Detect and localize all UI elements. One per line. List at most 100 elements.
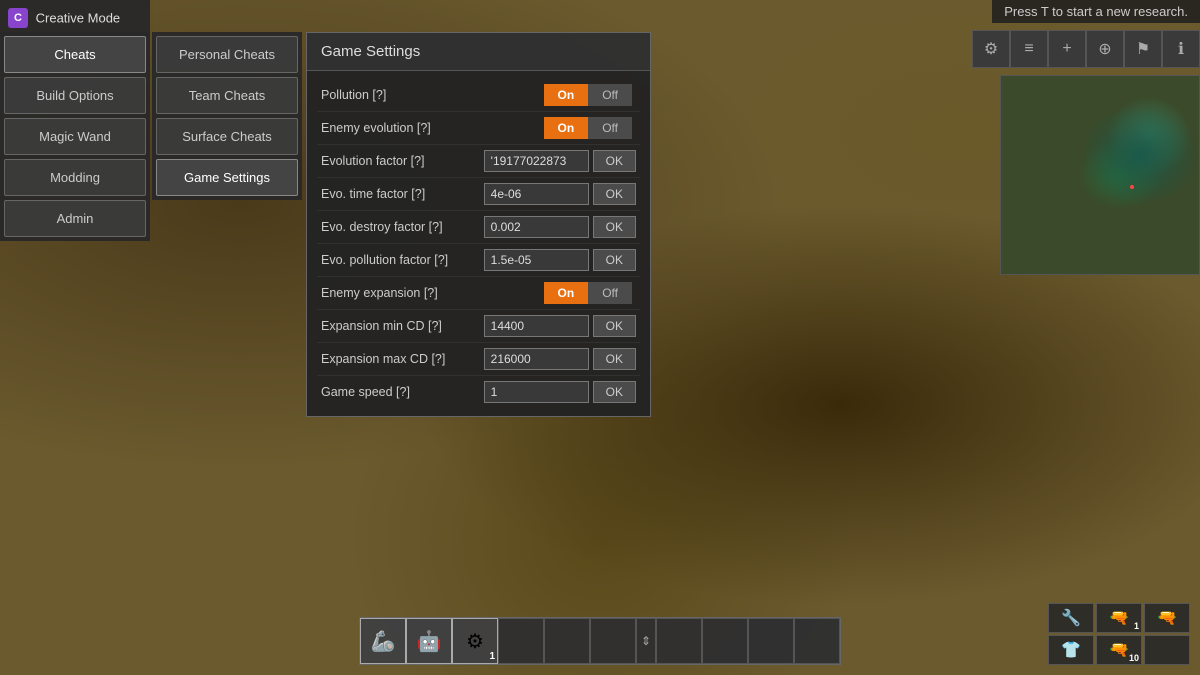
- extra-slot[interactable]: [1144, 635, 1190, 665]
- sidebar-item-cheats[interactable]: Cheats: [4, 36, 146, 73]
- input-evo-pollution-factor[interactable]: [484, 249, 589, 271]
- ammo-slot[interactable]: 🔫 10: [1096, 635, 1142, 665]
- toggle-enemy-expansion-off[interactable]: Off: [588, 282, 632, 304]
- plus-button[interactable]: +: [1048, 30, 1086, 68]
- weapon-slot-2[interactable]: 🔫 1: [1096, 603, 1142, 633]
- weapon-icon-1: 🔧: [1061, 608, 1081, 628]
- toggle-pollution-on[interactable]: On: [544, 84, 589, 106]
- ok-evo-time-factor[interactable]: OK: [593, 183, 636, 205]
- ok-evo-destroy-factor[interactable]: OK: [593, 216, 636, 238]
- setting-row-enemy-evolution: Enemy evolution [?] On Off: [317, 112, 640, 145]
- hotbar-slot-10[interactable]: [794, 618, 840, 664]
- setting-label-game-speed: Game speed [?]: [321, 385, 484, 399]
- weapon-count-2: 1: [1134, 621, 1139, 631]
- toggle-enemy-evolution-on[interactable]: On: [544, 117, 589, 139]
- info-button[interactable]: ℹ: [1162, 30, 1200, 68]
- input-game-speed[interactable]: [484, 381, 589, 403]
- ammo-count: 10: [1129, 653, 1139, 663]
- map-button[interactable]: ⊕: [1086, 30, 1124, 68]
- sidebar-item-modding[interactable]: Modding: [4, 159, 146, 196]
- list-button[interactable]: ≡: [1010, 30, 1048, 68]
- armor-icon: 👕: [1061, 640, 1081, 660]
- setting-label-enemy-expansion: Enemy expansion [?]: [321, 286, 544, 300]
- setting-row-expansion-min-cd: Expansion min CD [?] OK: [317, 310, 640, 343]
- setting-row-game-speed: Game speed [?] OK: [317, 376, 640, 408]
- creative-mode-icon: C: [8, 8, 28, 28]
- hotbar-item-icon-2: 🤖: [417, 629, 442, 654]
- sidebar-item-build-options[interactable]: Build Options: [4, 77, 146, 114]
- hotbar-slot-2[interactable]: 🤖: [406, 618, 452, 664]
- hotbar-slot-5[interactable]: [544, 618, 590, 664]
- top-notification: Press T to start a new research.: [992, 0, 1200, 23]
- setting-label-evo-time-factor: Evo. time factor [?]: [321, 187, 484, 201]
- left-sidebar: Cheats Build Options Magic Wand Modding …: [0, 32, 150, 241]
- input-expansion-max-cd[interactable]: [484, 348, 589, 370]
- sidebar-label-build-options: Build Options: [36, 88, 113, 103]
- game-settings-panel: Game Settings Pollution [?] On Off Enemy…: [306, 32, 651, 417]
- hotbar-item-icon-3: ⚙: [466, 629, 484, 654]
- input-evo-time-factor[interactable]: [484, 183, 589, 205]
- submenu-personal-cheats[interactable]: Personal Cheats: [156, 36, 298, 73]
- input-expansion-min-cd[interactable]: [484, 315, 589, 337]
- hotbar-slot-4[interactable]: [498, 618, 544, 664]
- factory-button[interactable]: ⚑: [1124, 30, 1162, 68]
- sidebar-item-magic-wand[interactable]: Magic Wand: [4, 118, 146, 155]
- weapon-icon-2: 🔫: [1109, 608, 1129, 628]
- submenu-label-team: Team Cheats: [189, 88, 266, 103]
- weapon-icon-3: 🔫: [1157, 608, 1177, 628]
- setting-row-enemy-expansion: Enemy expansion [?] On Off: [317, 277, 640, 310]
- submenu-label-game-settings: Game Settings: [184, 170, 270, 185]
- hotbar-arrow-icon: ⇕: [641, 634, 651, 648]
- ok-expansion-max-cd[interactable]: OK: [593, 348, 636, 370]
- toggle-pollution: On Off: [544, 84, 632, 106]
- submenu-game-settings[interactable]: Game Settings: [156, 159, 298, 196]
- setting-label-pollution: Pollution [?]: [321, 88, 544, 102]
- setting-row-expansion-max-cd: Expansion max CD [?] OK: [317, 343, 640, 376]
- hotbar-item-count-3: 1: [489, 651, 495, 662]
- input-evo-destroy-factor[interactable]: [484, 216, 589, 238]
- sidebar-label-cheats: Cheats: [54, 47, 95, 62]
- weapon-slot-3[interactable]: 🔫: [1144, 603, 1190, 633]
- hotbar-slot-6[interactable]: [590, 618, 636, 664]
- hotbar-arrow[interactable]: ⇕: [636, 618, 656, 664]
- setting-label-evolution-factor: Evolution factor [?]: [321, 154, 484, 168]
- setting-row-pollution: Pollution [?] On Off: [317, 79, 640, 112]
- minimap[interactable]: [1000, 75, 1200, 275]
- sidebar-item-admin[interactable]: Admin: [4, 200, 146, 237]
- settings-button[interactable]: ⚙: [972, 30, 1010, 68]
- toggle-enemy-expansion: On Off: [544, 282, 632, 304]
- creative-mode-label: Creative Mode: [36, 11, 121, 26]
- setting-row-evolution-factor: Evolution factor [?] OK: [317, 145, 640, 178]
- setting-label-expansion-min-cd: Expansion min CD [?]: [321, 319, 484, 333]
- settings-content: Pollution [?] On Off Enemy evolution [?]…: [307, 71, 650, 416]
- toggle-enemy-expansion-on[interactable]: On: [544, 282, 589, 304]
- sidebar-label-admin: Admin: [57, 211, 94, 226]
- cheats-submenu: Personal Cheats Team Cheats Surface Chea…: [152, 32, 302, 200]
- setting-row-evo-pollution-factor: Evo. pollution factor [?] OK: [317, 244, 640, 277]
- toggle-enemy-evolution-off[interactable]: Off: [588, 117, 632, 139]
- hotbar-slot-7[interactable]: [656, 618, 702, 664]
- ok-evolution-factor[interactable]: OK: [593, 150, 636, 172]
- setting-label-enemy-evolution: Enemy evolution [?]: [321, 121, 544, 135]
- ok-expansion-min-cd[interactable]: OK: [593, 315, 636, 337]
- input-evolution-factor[interactable]: [484, 150, 589, 172]
- hotbar-slot-3[interactable]: ⚙ 1: [452, 618, 498, 664]
- ok-game-speed[interactable]: OK: [593, 381, 636, 403]
- notification-text: Press T to start a new research.: [1004, 4, 1188, 19]
- hotbar-slot-9[interactable]: [748, 618, 794, 664]
- setting-row-evo-destroy-factor: Evo. destroy factor [?] OK: [317, 211, 640, 244]
- hotbar-slot-1[interactable]: 🦾: [360, 618, 406, 664]
- setting-label-evo-pollution-factor: Evo. pollution factor [?]: [321, 253, 484, 267]
- weapon-slot-1[interactable]: 🔧: [1048, 603, 1094, 633]
- hotbar: 🦾 🤖 ⚙ 1 ⇕: [359, 617, 841, 665]
- submenu-surface-cheats[interactable]: Surface Cheats: [156, 118, 298, 155]
- hotbar-slot-8[interactable]: [702, 618, 748, 664]
- setting-row-evo-time-factor: Evo. time factor [?] OK: [317, 178, 640, 211]
- toggle-pollution-off[interactable]: Off: [588, 84, 632, 106]
- sidebar-label-magic-wand: Magic Wand: [39, 129, 111, 144]
- armor-slot[interactable]: 👕: [1048, 635, 1094, 665]
- submenu-team-cheats[interactable]: Team Cheats: [156, 77, 298, 114]
- minimap-inner: [1001, 76, 1199, 274]
- hotbar-item-icon-1: 🦾: [371, 629, 396, 654]
- ok-evo-pollution-factor[interactable]: OK: [593, 249, 636, 271]
